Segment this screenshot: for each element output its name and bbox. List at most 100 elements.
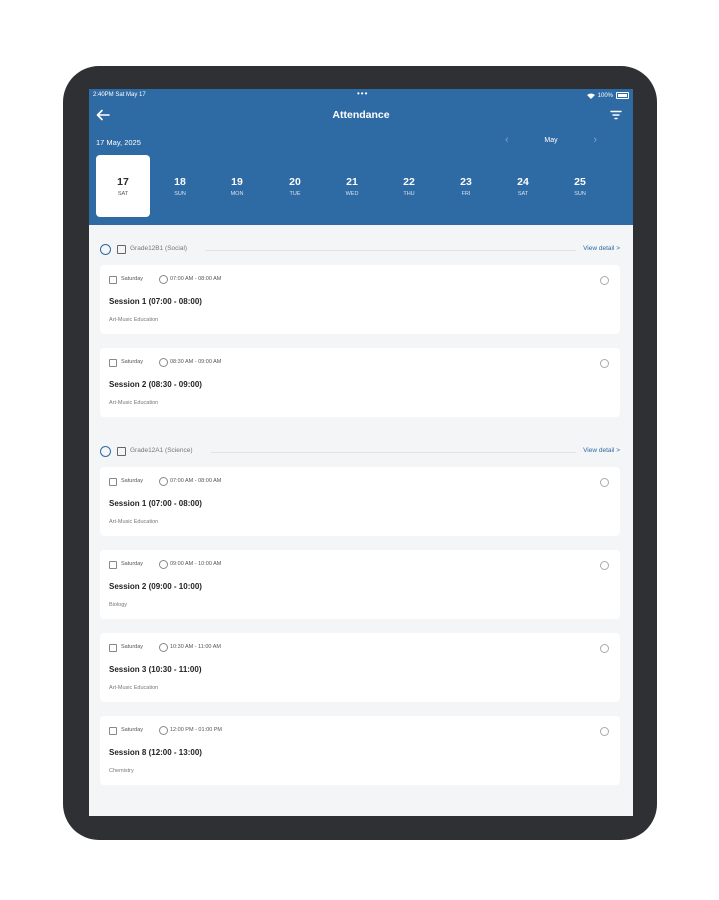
session-select-radio[interactable]	[600, 276, 609, 285]
calendar-icon	[109, 561, 117, 569]
day-number: 24	[517, 176, 529, 188]
clock-icon	[159, 643, 168, 652]
day-number: 20	[289, 176, 301, 188]
class-group-label: Grade12A1 (Science)	[130, 447, 193, 454]
battery-icon	[616, 92, 629, 99]
day-18[interactable]: 18 SUN	[153, 155, 207, 217]
day-17[interactable]: 17 SAT	[96, 155, 150, 217]
session-title: Session 3 (10:30 - 11:00)	[109, 665, 202, 674]
day-19[interactable]: 19 MON	[210, 155, 264, 217]
session-subject: Chemistry	[109, 768, 134, 774]
day-weekday: WED	[345, 191, 359, 197]
day-number: 18	[174, 176, 186, 188]
book-icon	[117, 245, 126, 254]
session-time: 10:30 AM - 11:00 AM	[170, 644, 221, 650]
session-title: Session 1 (07:00 - 08:00)	[109, 499, 202, 508]
filter-icon[interactable]	[609, 108, 623, 122]
day-weekday: FRI	[461, 191, 471, 197]
divider	[211, 452, 576, 453]
book-icon	[117, 447, 126, 456]
day-23[interactable]: 23 FRI	[439, 155, 493, 217]
session-subject: Art-Music Education	[109, 519, 159, 525]
day-number: 17	[117, 176, 129, 188]
session-day: Saturday	[121, 561, 144, 567]
session-select-radio[interactable]	[600, 359, 609, 368]
day-number: 21	[346, 176, 358, 188]
session-title: Session 1 (07:00 - 08:00)	[109, 297, 202, 306]
session-card[interactable]: Saturday 12:00 PM - 01:00 PM Session 8 (12…	[100, 716, 620, 785]
calendar-icon	[109, 727, 117, 735]
class-group-label: Grade12B1 (Social)	[130, 245, 188, 252]
clock-icon	[159, 726, 168, 735]
nav-row: Attendance	[89, 105, 633, 127]
month-navigator: ‹ May ›	[501, 134, 601, 150]
day-weekday: SAT	[117, 191, 129, 197]
session-card[interactable]: Saturday 09:00 AM - 10:00 AM Session 2 (09…	[100, 550, 620, 619]
day-number: 19	[231, 176, 243, 188]
day-weekday: TUE	[289, 191, 301, 197]
session-time: 09:00 AM - 10:00 AM	[170, 561, 222, 567]
day-number: 23	[460, 176, 472, 188]
day-weekday: THU	[403, 191, 415, 197]
day-weekday: SUN	[574, 191, 586, 197]
status-bar: 2:40PM Sat May 17 ••• 100%	[93, 89, 629, 101]
session-time: 07:00 AM - 08:00 AM	[170, 276, 222, 282]
clock-icon	[159, 560, 168, 569]
group-select-radio[interactable]	[100, 244, 111, 255]
selected-date-label: 17 May, 2025	[96, 138, 141, 147]
session-card[interactable]: Saturday 07:00 AM - 08:00 AM Session 1 (07…	[100, 467, 620, 536]
day-weekday: MON	[230, 191, 244, 197]
session-select-radio[interactable]	[600, 561, 609, 570]
class-group-header: Grade12A1 (Science) View detail >	[89, 445, 633, 459]
chevron-right-icon[interactable]: ›	[593, 134, 597, 146]
session-subject: Art-Music Education	[109, 400, 159, 406]
month-label: May	[544, 137, 558, 144]
view-detail-link[interactable]: View detail >	[583, 447, 620, 454]
session-day: Saturday	[121, 478, 144, 484]
day-strip: 17 SAT 18 SUN 19 MON 20 TUE 21 WED 22 THU 23 FRI 24 SAT…	[96, 155, 629, 217]
session-day: Saturday	[121, 276, 144, 282]
group-select-radio[interactable]	[100, 446, 111, 457]
session-title: Session 2 (08:30 - 09:00)	[109, 380, 202, 389]
session-select-radio[interactable]	[600, 478, 609, 487]
view-detail-link[interactable]: View detail >	[583, 245, 620, 252]
multitask-dots[interactable]: •••	[357, 89, 368, 98]
session-subject: Biology	[109, 602, 128, 608]
status-time-date: 2:40PM Sat May 17	[93, 92, 146, 98]
class-group-header: Grade12B1 (Social) View detail >	[89, 243, 633, 257]
day-20[interactable]: 20 TUE	[268, 155, 322, 217]
day-22[interactable]: 22 THU	[382, 155, 436, 217]
day-25[interactable]: 25 SUN	[553, 155, 607, 217]
session-select-radio[interactable]	[600, 644, 609, 653]
divider	[205, 250, 576, 251]
page-title: Attendance	[332, 109, 390, 121]
calendar-icon	[109, 644, 117, 652]
day-number: 25	[574, 176, 586, 188]
calendar-icon	[109, 478, 117, 486]
session-time: 12:00 PM - 01:00 PM	[170, 727, 222, 733]
status-right: 100%	[586, 92, 629, 99]
wifi-icon	[586, 93, 595, 99]
battery-percent: 100%	[597, 92, 613, 99]
session-card[interactable]: Saturday 07:00 AM - 08:00 AM Session 1 (07…	[100, 265, 620, 334]
day-21[interactable]: 21 WED	[325, 155, 379, 217]
session-card[interactable]: Saturday 10:30 AM - 11:00 AM Session 3 (10…	[100, 633, 620, 702]
day-weekday: SUN	[174, 191, 186, 197]
app-header: 2:40PM Sat May 17 ••• 100% Attendance 17…	[89, 89, 633, 225]
session-day: Saturday	[121, 644, 144, 650]
status-date: Sat May 17	[115, 92, 146, 98]
session-time: 07:00 AM - 08:00 AM	[170, 478, 222, 484]
session-day: Saturday	[121, 727, 144, 733]
clock-icon	[159, 275, 168, 284]
day-24[interactable]: 24 SAT	[496, 155, 550, 217]
session-title: Session 8 (12:00 - 13:00)	[109, 748, 202, 757]
session-select-radio[interactable]	[600, 727, 609, 736]
session-time: 08:30 AM - 09:00 AM	[170, 359, 222, 365]
session-card[interactable]: Saturday 08:30 AM - 09:00 AM Session 2 (08…	[100, 348, 620, 417]
day-weekday: SAT	[517, 191, 529, 197]
session-title: Session 2 (09:00 - 10:00)	[109, 582, 202, 591]
session-subject: Art-Music Education	[109, 317, 159, 323]
calendar-icon	[109, 276, 117, 284]
clock-icon	[159, 477, 168, 486]
clock-icon	[159, 358, 168, 367]
